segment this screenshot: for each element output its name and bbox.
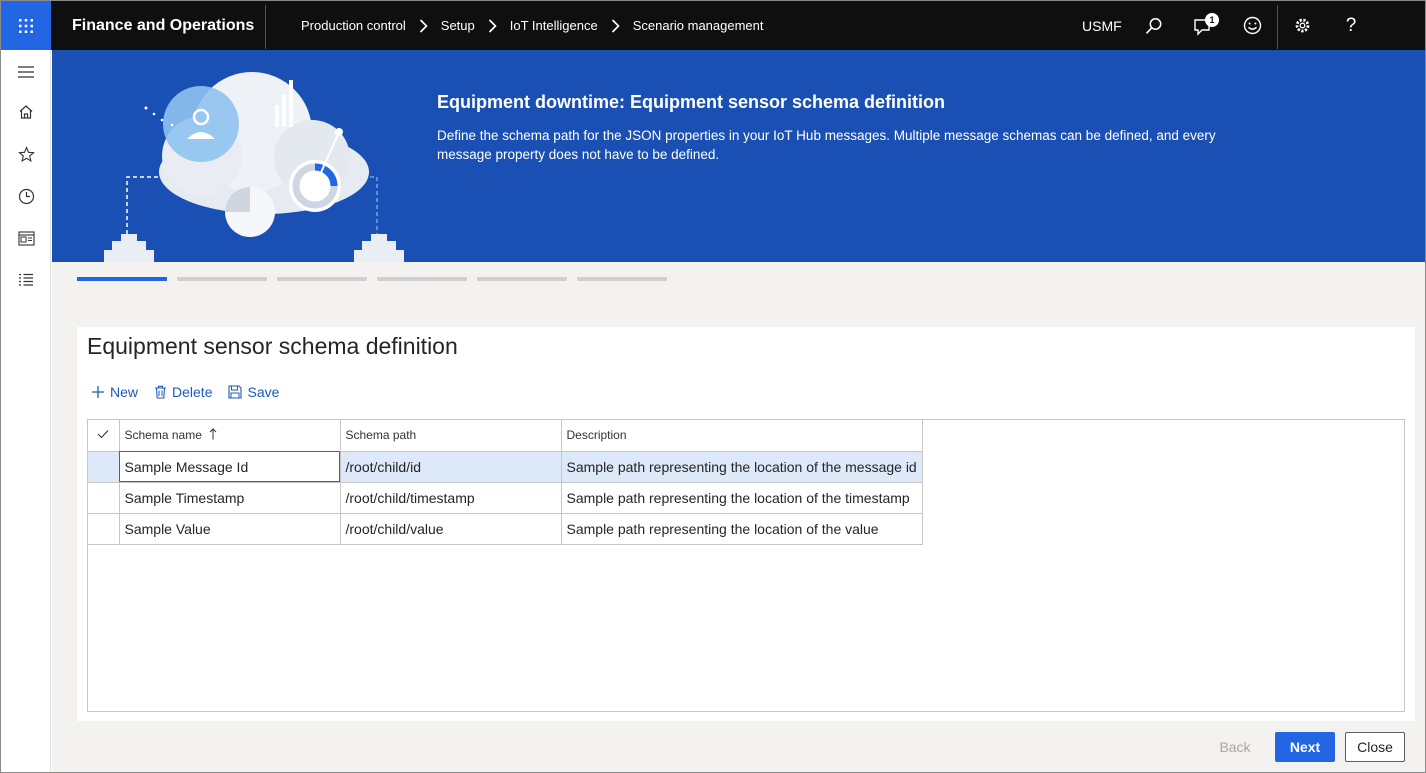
schema-path-cell[interactable]: /root/child/id <box>340 451 562 483</box>
header-divider <box>1277 5 1278 49</box>
hero-description: Define the schema path for the JSON prop… <box>437 128 1216 162</box>
chevron-right-icon <box>488 18 497 33</box>
wizard-step-4[interactable] <box>377 277 467 281</box>
nav-recent[interactable] <box>1 176 51 216</box>
back-button[interactable]: Back <box>1205 732 1265 762</box>
table-row[interactable]: Sample Message Id /root/child/id Sample … <box>88 451 923 483</box>
schema-name-cell[interactable]: Sample Timestamp <box>119 482 341 514</box>
wizard-step-3[interactable] <box>277 277 367 281</box>
breadcrumb-scenario-management[interactable]: Scenario management <box>633 18 764 33</box>
wizard-step-1[interactable] <box>77 277 167 281</box>
search-icon <box>1145 17 1162 34</box>
column-header-schema-path[interactable]: Schema path <box>340 420 562 452</box>
grid-header-row: Schema name Schema path Description <box>88 420 923 452</box>
column-header-schema-name[interactable]: Schema name <box>119 420 341 452</box>
expand-nav-button[interactable] <box>1 52 51 92</box>
waffle-button[interactable] <box>1 1 51 50</box>
breadcrumb-iot-intelligence[interactable]: IoT Intelligence <box>510 18 598 33</box>
trash-icon <box>155 385 167 399</box>
favorites-star-icon <box>17 145 35 162</box>
wizard-step-2[interactable] <box>177 277 267 281</box>
column-header-label: Schema name <box>124 428 202 443</box>
app-title[interactable]: Finance and Operations <box>72 1 254 50</box>
wizard-step-6[interactable] <box>577 277 667 281</box>
feedback-button[interactable] <box>1232 1 1272 50</box>
save-button-label: Save <box>247 384 280 400</box>
column-header-description[interactable]: Description <box>561 420 923 452</box>
chevron-right-icon <box>419 18 428 33</box>
description-cell[interactable]: Sample path representing the location of… <box>561 482 923 514</box>
schema-name-cell[interactable]: Sample Message Id <box>119 451 341 483</box>
delete-button-label: Delete <box>172 384 213 400</box>
description-cell[interactable]: Sample path representing the location of… <box>561 451 923 483</box>
close-button[interactable]: Close <box>1345 732 1405 762</box>
hamburger-icon <box>18 66 34 78</box>
save-disk-icon <box>228 385 243 399</box>
row-selector[interactable] <box>88 451 120 483</box>
nav-workspaces[interactable] <box>1 218 51 258</box>
search-button[interactable] <box>1134 1 1174 50</box>
table-row[interactable]: Sample Timestamp /root/child/timestamp S… <box>88 482 923 514</box>
schema-path-cell[interactable]: /root/child/value <box>340 513 562 545</box>
plus-icon <box>92 386 104 398</box>
breadcrumb: Production control Setup IoT Intelligenc… <box>301 1 764 50</box>
select-all-checkbox[interactable] <box>88 420 120 452</box>
action-pane: New Delete Save <box>91 384 279 400</box>
schema-name-cell[interactable]: Sample Value <box>119 513 341 545</box>
header-divider <box>265 5 266 49</box>
hero-title: Equipment downtime: Equipment sensor sch… <box>437 92 946 112</box>
feedback-smiley-icon <box>1243 16 1261 35</box>
breadcrumb-production-control[interactable]: Production control <box>301 18 406 33</box>
top-navigation-bar: Finance and Operations Production contro… <box>1 1 1425 50</box>
table-row[interactable]: Sample Value /root/child/value Sample pa… <box>88 513 923 545</box>
nav-favorites[interactable] <box>1 134 51 174</box>
help-button[interactable]: ? <box>1331 1 1371 50</box>
row-selector[interactable] <box>88 513 120 545</box>
settings-button[interactable] <box>1282 1 1322 50</box>
company-picker[interactable]: USMF <box>1082 1 1122 50</box>
left-navigation-pane <box>1 50 51 772</box>
app-window: Finance and Operations Production contro… <box>0 0 1426 773</box>
waffle-icon <box>19 18 33 33</box>
sort-ascending-arrow-icon <box>209 428 217 440</box>
description-cell[interactable]: Sample path representing the location of… <box>561 513 923 545</box>
chevron-right-icon <box>611 18 620 33</box>
home-icon <box>19 105 33 119</box>
schema-grid: Schema name Schema path Description Samp… <box>87 419 1405 712</box>
hero-banner: Equipment downtime: Equipment sensor sch… <box>52 50 1425 262</box>
settings-gear-icon <box>1295 18 1309 33</box>
wizard-step-indicator <box>77 277 667 281</box>
row-selector[interactable] <box>88 482 120 514</box>
new-button[interactable]: New <box>91 384 138 400</box>
nav-home[interactable] <box>1 92 51 132</box>
nav-modules[interactable] <box>1 260 51 300</box>
checkmark-icon <box>97 430 109 439</box>
section-title: Equipment sensor schema definition <box>87 333 458 359</box>
notifications-button[interactable]: 1 <box>1183 1 1223 50</box>
schema-table: Schema name Schema path Description Samp… <box>88 420 923 545</box>
modules-list-icon <box>19 273 33 286</box>
notification-badge: 1 <box>1205 13 1219 27</box>
schema-definition-card: Equipment sensor schema definition New D… <box>77 327 1415 721</box>
iot-cloud-illustration <box>104 72 404 262</box>
schema-path-cell[interactable]: /root/child/timestamp <box>340 482 562 514</box>
next-button[interactable]: Next <box>1275 732 1335 762</box>
delete-button[interactable]: Delete <box>154 384 212 400</box>
recent-clock-icon <box>18 188 34 204</box>
save-button[interactable]: Save <box>228 384 279 400</box>
help-icon: ? <box>1345 14 1357 36</box>
workspaces-icon <box>17 230 35 246</box>
breadcrumb-setup[interactable]: Setup <box>441 18 475 33</box>
new-button-label: New <box>110 384 139 400</box>
wizard-step-5[interactable] <box>477 277 567 281</box>
